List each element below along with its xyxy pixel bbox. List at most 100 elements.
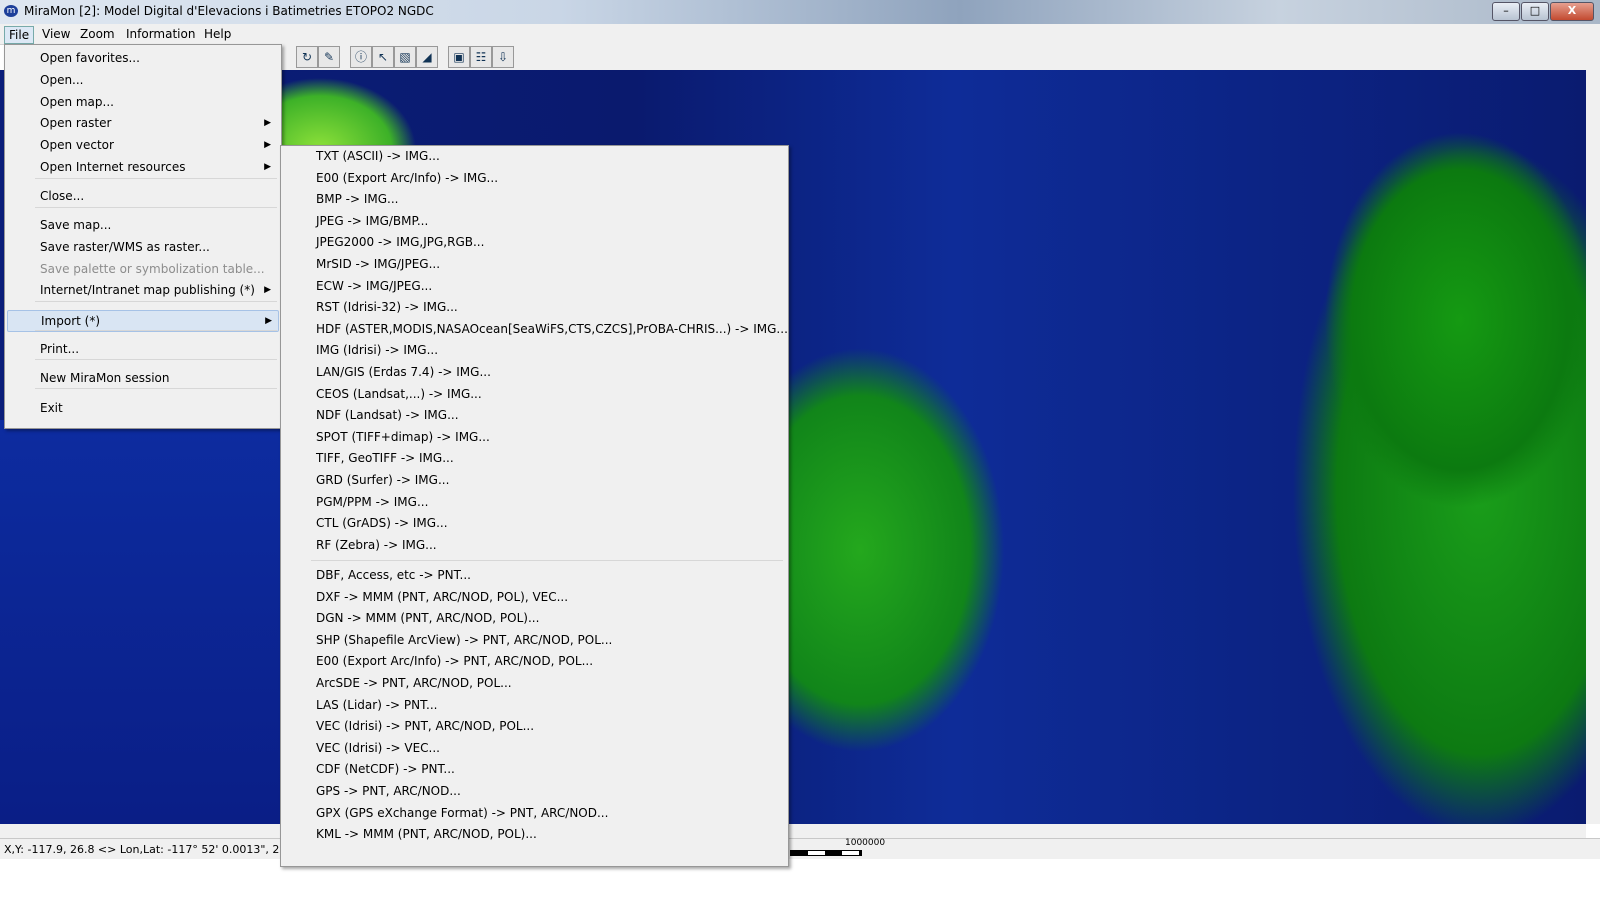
menu-information[interactable]: Information xyxy=(122,26,199,42)
import-item-label: VEC (Idrisi) -> VEC... xyxy=(316,741,440,755)
window-controls: – □ X xyxy=(1492,2,1594,21)
import-item-label: ECW -> IMG/JPEG... xyxy=(316,279,433,293)
file-menu-item[interactable]: Save raster/WMS as raster... xyxy=(7,237,277,257)
file-menu-item[interactable]: Internet/Intranet map publishing (*) ▶ xyxy=(7,280,277,300)
import-raster-item[interactable]: CEOS (Landsat,...) -> IMG... xyxy=(283,383,783,405)
eraser-icon[interactable]: ▧ xyxy=(394,46,416,68)
file-menu-item-label: Exit xyxy=(40,401,63,415)
maximize-button[interactable]: □ xyxy=(1521,2,1549,21)
import-vector-item[interactable]: E00 (Export Arc/Info) -> PNT, ARC/NOD, P… xyxy=(283,650,783,672)
file-menu-item[interactable]: Open vector ▶ xyxy=(7,135,277,155)
file-menu-item[interactable]: Open favorites... xyxy=(7,48,277,68)
file-menu-item-label: Save palette or symbolization table... xyxy=(40,262,265,276)
file-menu-item[interactable]: Save map... xyxy=(7,215,277,235)
file-menu-item-label: Internet/Intranet map publishing (*) xyxy=(40,283,255,297)
menu-file[interactable]: File xyxy=(4,26,35,44)
import-vector-item[interactable]: GPX (GPS eXchange Format) -> PNT, ARC/NO… xyxy=(283,802,783,824)
import-raster-item[interactable]: PGM/PPM -> IMG... xyxy=(283,491,783,513)
import-item-label: PGM/PPM -> IMG... xyxy=(316,495,429,509)
import-vector-item[interactable]: CDF (NetCDF) -> PNT... xyxy=(283,758,783,780)
pointer-icon[interactable]: ↖ xyxy=(372,46,394,68)
import-item-label: MrSID -> IMG/JPEG... xyxy=(316,257,441,271)
menu-separator xyxy=(35,207,277,208)
file-menu-item[interactable]: Open map... xyxy=(7,92,277,112)
file-menu-item[interactable]: Close... xyxy=(7,186,277,206)
file-menu-item[interactable]: Save palette or symbolization table... xyxy=(7,259,277,279)
grid-icon[interactable]: ☷ xyxy=(470,46,492,68)
import-item-label: DGN -> MMM (PNT, ARC/NOD, POL)... xyxy=(316,611,540,625)
edit-tool-icon[interactable]: ✎ xyxy=(318,46,340,68)
import-raster-item[interactable]: IMG (Idrisi) -> IMG... xyxy=(283,339,783,361)
import-vector-item[interactable]: DGN -> MMM (PNT, ARC/NOD, POL)... xyxy=(283,607,783,629)
import-raster-item[interactable]: TXT (ASCII) -> IMG... xyxy=(283,145,783,167)
menu-separator xyxy=(311,560,783,561)
import-vector-item[interactable]: DBF, Access, etc -> PNT... xyxy=(283,564,783,586)
import-raster-item[interactable]: NDF (Landsat) -> IMG... xyxy=(283,404,783,426)
submenu-arrow-icon: ▶ xyxy=(264,118,271,128)
file-menu-item-label: Open... xyxy=(40,73,84,87)
import-raster-item[interactable]: LAN/GIS (Erdas 7.4) -> IMG... xyxy=(283,361,783,383)
layers-icon[interactable]: ▣ xyxy=(448,46,470,68)
import-item-label: LAS (Lidar) -> PNT... xyxy=(316,698,438,712)
import-raster-item[interactable]: E00 (Export Arc/Info) -> IMG... xyxy=(283,167,783,189)
file-menu-item[interactable]: Open raster ▶ xyxy=(7,113,277,133)
import-item-label: RST (Idrisi-32) -> IMG... xyxy=(316,300,458,314)
import-item-label: SHP (Shapefile ArcView) -> PNT, ARC/NOD,… xyxy=(316,633,613,647)
menu-separator xyxy=(35,178,277,179)
download-icon[interactable]: ⇩ xyxy=(492,46,514,68)
horizontal-scrollbar[interactable] xyxy=(0,824,1586,838)
import-raster-item[interactable]: JPEG2000 -> IMG,JPG,RGB... xyxy=(283,231,783,253)
close-button[interactable]: X xyxy=(1550,2,1594,21)
import-item-label: CTL (GrADS) -> IMG... xyxy=(316,516,448,530)
file-menu-item[interactable]: Open Internet resources ▶ xyxy=(7,157,277,177)
import-item-label: E00 (Export Arc/Info) -> PNT, ARC/NOD, P… xyxy=(316,654,594,668)
scale-bar-graphic xyxy=(790,850,862,856)
import-raster-item[interactable]: ECW -> IMG/JPEG... xyxy=(283,275,783,297)
import-vector-item[interactable]: ArcSDE -> PNT, ARC/NOD, POL... xyxy=(283,672,783,694)
import-vector-item[interactable]: LAS (Lidar) -> PNT... xyxy=(283,694,783,716)
import-vector-item[interactable]: VEC (Idrisi) -> PNT, ARC/NOD, POL... xyxy=(283,715,783,737)
menu-bar: File View Zoom Information Help xyxy=(0,24,1600,45)
menu-zoom[interactable]: Zoom xyxy=(76,26,119,42)
toolbar: ↻ ✎ ⓘ ↖ ▧ ◢ ▣ ☷ ⇩ xyxy=(280,44,1600,70)
import-raster-item[interactable]: BMP -> IMG... xyxy=(283,188,783,210)
import-raster-item[interactable]: TIFF, GeoTIFF -> IMG... xyxy=(283,447,783,469)
import-raster-item[interactable]: HDF (ASTER,MODIS,NASAOcean[SeaWiFS,CTS,C… xyxy=(283,318,788,340)
import-item-label: E00 (Export Arc/Info) -> IMG... xyxy=(316,171,499,185)
window-title: MiraMon [2]: Model Digital d'Elevacions … xyxy=(24,4,434,18)
refresh-icon[interactable]: ↻ xyxy=(296,46,318,68)
import-raster-item[interactable]: GRD (Surfer) -> IMG... xyxy=(283,469,783,491)
vertical-scrollbar[interactable] xyxy=(1586,70,1600,824)
import-item-label: LAN/GIS (Erdas 7.4) -> IMG... xyxy=(316,365,491,379)
profile-icon[interactable]: ◢ xyxy=(416,46,438,68)
import-vector-item[interactable]: DXF -> MMM (PNT, ARC/NOD, POL), VEC... xyxy=(283,586,783,608)
import-raster-item[interactable]: SPOT (TIFF+dimap) -> IMG... xyxy=(283,426,783,448)
import-item-label: RF (Zebra) -> IMG... xyxy=(316,538,437,552)
file-menu-item[interactable]: Import (*) ▶ xyxy=(7,310,279,332)
import-vector-item[interactable]: VEC (Idrisi) -> VEC... xyxy=(283,737,783,759)
menu-view[interactable]: View xyxy=(38,26,74,42)
submenu-arrow-icon: ▶ xyxy=(264,140,271,150)
info-icon[interactable]: ⓘ xyxy=(350,46,372,68)
file-menu-item-label: Import (*) xyxy=(41,314,101,328)
import-raster-item[interactable]: MrSID -> IMG/JPEG... xyxy=(283,253,783,275)
import-item-label: KML -> MMM (PNT, ARC/NOD, POL)... xyxy=(316,827,537,841)
import-raster-item[interactable]: RF (Zebra) -> IMG... xyxy=(283,534,783,556)
import-vector-item[interactable]: KML -> MMM (PNT, ARC/NOD, POL)... xyxy=(283,823,783,845)
import-raster-item[interactable]: RST (Idrisi-32) -> IMG... xyxy=(283,296,783,318)
import-vector-item[interactable]: SHP (Shapefile ArcView) -> PNT, ARC/NOD,… xyxy=(283,629,783,651)
minimize-button[interactable]: – xyxy=(1492,2,1520,21)
import-raster-item[interactable]: CTL (GrADS) -> IMG... xyxy=(283,512,783,534)
import-vector-item[interactable]: GPS -> PNT, ARC/NOD... xyxy=(283,780,783,802)
file-menu-item-label: Open map... xyxy=(40,95,114,109)
map-view-left-area[interactable] xyxy=(0,420,280,824)
scale-bar: 1000000 m xyxy=(790,838,885,858)
file-menu-item[interactable]: New MiraMon session xyxy=(7,368,277,388)
import-item-label: GRD (Surfer) -> IMG... xyxy=(316,473,450,487)
file-menu-item[interactable]: Exit xyxy=(7,398,277,418)
menu-help[interactable]: Help xyxy=(200,26,235,42)
import-raster-item[interactable]: JPEG -> IMG/BMP... xyxy=(283,210,783,232)
submenu-arrow-icon: ▶ xyxy=(265,316,272,326)
file-menu-item[interactable]: Print... xyxy=(7,339,277,359)
file-menu-item[interactable]: Open... xyxy=(7,70,277,90)
